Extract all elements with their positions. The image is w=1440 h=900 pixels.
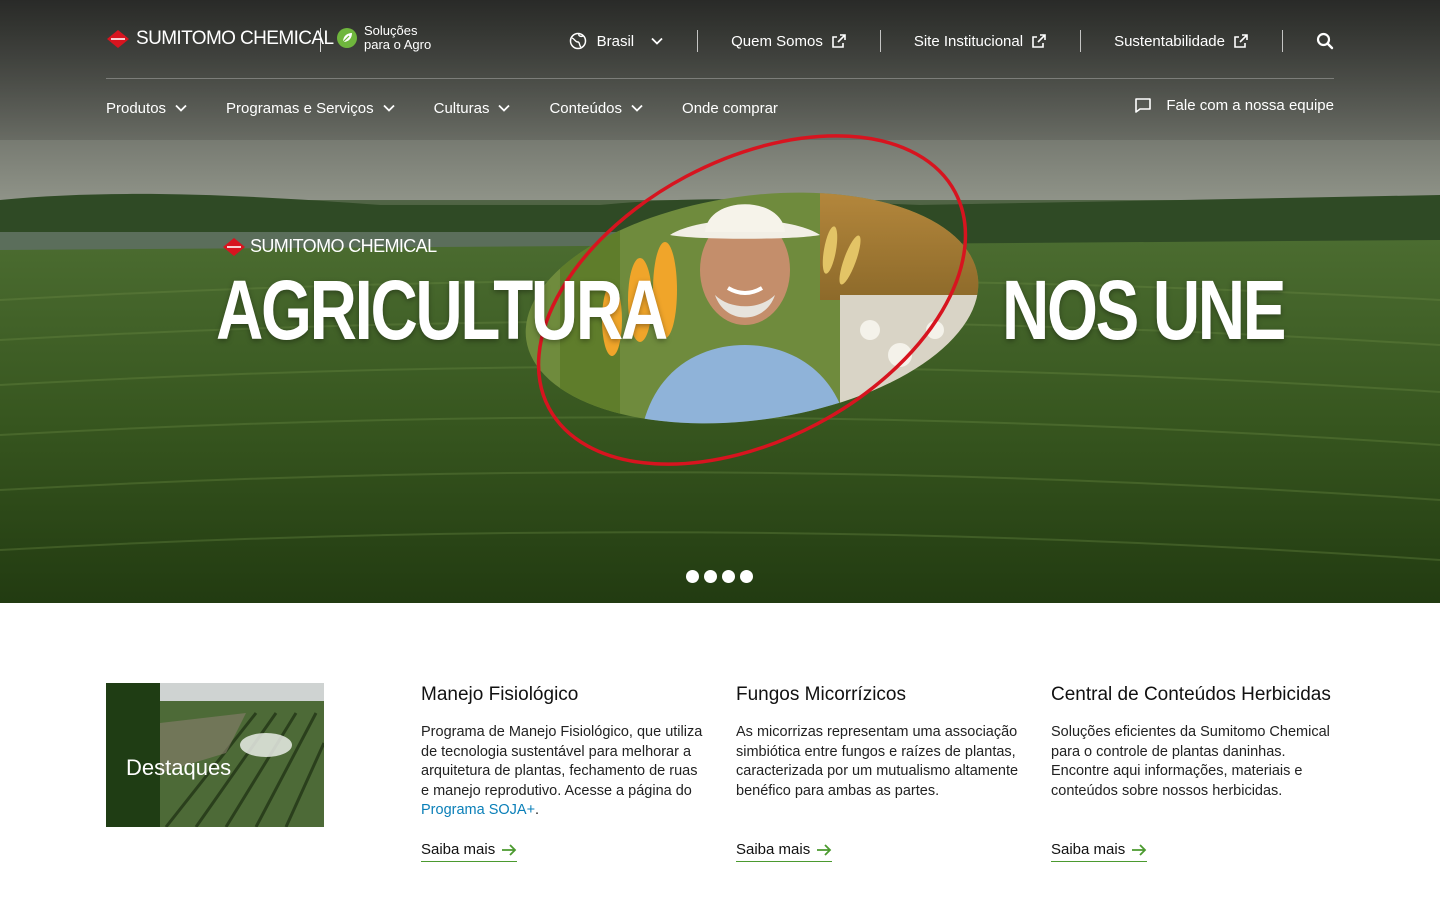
nav-label: Programas e Serviços xyxy=(226,99,374,117)
carousel-dot-3[interactable] xyxy=(722,570,735,583)
search-button[interactable] xyxy=(1316,32,1334,50)
cta-label: Saiba mais xyxy=(421,841,496,858)
nav-label: Onde comprar xyxy=(682,99,778,117)
card-central-herbicidas: Central de Conteúdos Herbicidas Soluções… xyxy=(1051,683,1334,862)
card-title: Central de Conteúdos Herbicidas xyxy=(1051,684,1331,705)
nav-label: Produtos xyxy=(106,99,167,117)
chevron-down-icon xyxy=(382,104,395,112)
link-label: Quem Somos xyxy=(731,32,823,50)
logo-text: SUMITOMO CHEMICAL xyxy=(136,28,334,49)
saiba-mais-link[interactable]: Saiba mais xyxy=(421,841,518,862)
region-selector[interactable]: Brasil xyxy=(569,32,665,50)
chat-icon xyxy=(1135,98,1152,113)
nav-item-culturas[interactable]: Culturas xyxy=(434,100,512,117)
region-label: Brasil xyxy=(596,32,635,50)
link-quem-somos[interactable]: Quem Somos xyxy=(731,33,847,50)
link-site-institucional[interactable]: Site Institucional xyxy=(914,33,1047,50)
link-sustentabilidade[interactable]: Sustentabilidade xyxy=(1114,33,1249,50)
saiba-mais-link[interactable]: Saiba mais xyxy=(1051,841,1148,862)
nav-item-programas[interactable]: Programas e Serviços xyxy=(226,100,396,117)
link-separator xyxy=(1282,30,1283,52)
external-link-icon xyxy=(1032,34,1046,48)
main-nav: Produtos Programas e Serviços Culturas C… xyxy=(106,96,816,120)
saiba-mais-link[interactable]: Saiba mais xyxy=(736,841,833,862)
carousel-dots xyxy=(686,570,758,583)
chevron-down-icon xyxy=(631,104,643,112)
link-separator xyxy=(1080,30,1082,52)
cta-label: Saiba mais xyxy=(736,841,811,858)
link-separator xyxy=(697,30,699,52)
external-link-icon xyxy=(1234,34,1248,48)
globe-icon xyxy=(569,32,586,50)
contact-team-link[interactable]: Fale com a nossa equipe xyxy=(1134,96,1334,114)
nav-divider xyxy=(106,78,1334,79)
carousel-dot-2[interactable] xyxy=(704,570,717,583)
card-title: Fungos Micorrízicos xyxy=(736,684,906,705)
nav-label: Conteúdos xyxy=(549,99,623,117)
hero-title-left: AGRICULTURA xyxy=(216,263,668,357)
card-manejo-fisiologico: Manejo Fisiológico Programa de Manejo Fi… xyxy=(421,683,704,862)
leaf-icon xyxy=(337,28,357,48)
sumitomo-mark-icon xyxy=(223,237,245,256)
sumitomo-mark-icon xyxy=(107,30,129,48)
agro-tagline-2: para o Agro xyxy=(364,37,432,52)
link-label: Sustentabilidade xyxy=(1114,32,1225,50)
chevron-down-icon xyxy=(175,104,187,112)
destaques-banner: Destaques xyxy=(106,683,324,827)
programa-soja-link[interactable]: Programa SOJA+ xyxy=(421,802,535,818)
hero-brand-text: SUMITOMO CHEMICAL xyxy=(250,236,437,256)
carousel-dot-4[interactable] xyxy=(740,570,753,583)
arrow-right-icon xyxy=(502,843,517,856)
link-label: Site Institucional xyxy=(913,32,1024,50)
card-fungos-micorrizicos: Fungos Micorrízicos As micorrizas repres… xyxy=(736,683,1019,862)
destaques-label: Destaques xyxy=(126,755,232,780)
card-text: Soluções eficientes da Sumitomo Chemical… xyxy=(1051,724,1330,799)
nav-item-conteudos[interactable]: Conteúdos xyxy=(549,100,644,117)
link-separator xyxy=(879,30,881,52)
card-text: As micorrizas representam uma associação… xyxy=(736,724,1019,799)
sumitomo-logo[interactable]: SUMITOMO CHEMICAL xyxy=(106,28,334,50)
hero-banner: SUMITOMO CHEMICAL Soluções para o Agro B… xyxy=(0,0,1440,603)
logo-divider xyxy=(320,28,321,52)
nav-item-onde-comprar[interactable]: Onde comprar xyxy=(682,100,778,117)
utility-links: Brasil Quem Somos Site Institucional Sus… xyxy=(569,22,1334,60)
carousel-dot-1[interactable] xyxy=(686,570,699,583)
arrow-right-icon xyxy=(817,843,832,856)
external-link-icon xyxy=(832,34,846,48)
arrow-right-icon xyxy=(1132,843,1147,856)
chevron-down-icon xyxy=(498,104,511,112)
agro-tagline-1: Soluções xyxy=(364,23,418,38)
hero-title-right: NOS UNE xyxy=(1002,263,1286,357)
card-text-end: . xyxy=(535,802,540,819)
nav-item-produtos[interactable]: Produtos xyxy=(106,100,188,117)
chevron-down-icon xyxy=(651,37,663,45)
contact-label: Fale com a nossa equipe xyxy=(1166,96,1334,114)
nav-label: Culturas xyxy=(433,99,490,117)
card-title: Manejo Fisiológico xyxy=(421,684,579,705)
top-bar: SUMITOMO CHEMICAL Soluções para o Agro B… xyxy=(106,22,1334,60)
cta-label: Saiba mais xyxy=(1051,841,1126,858)
hero-brand: SUMITOMO CHEMICAL xyxy=(222,236,437,257)
search-icon xyxy=(1316,32,1334,50)
card-text-body: Programa de Manejo Fisiológico, que util… xyxy=(421,724,703,799)
card-text: Programa de Manejo Fisiológico, que util… xyxy=(421,723,704,823)
agro-badge[interactable]: Soluções para o Agro xyxy=(336,24,431,52)
